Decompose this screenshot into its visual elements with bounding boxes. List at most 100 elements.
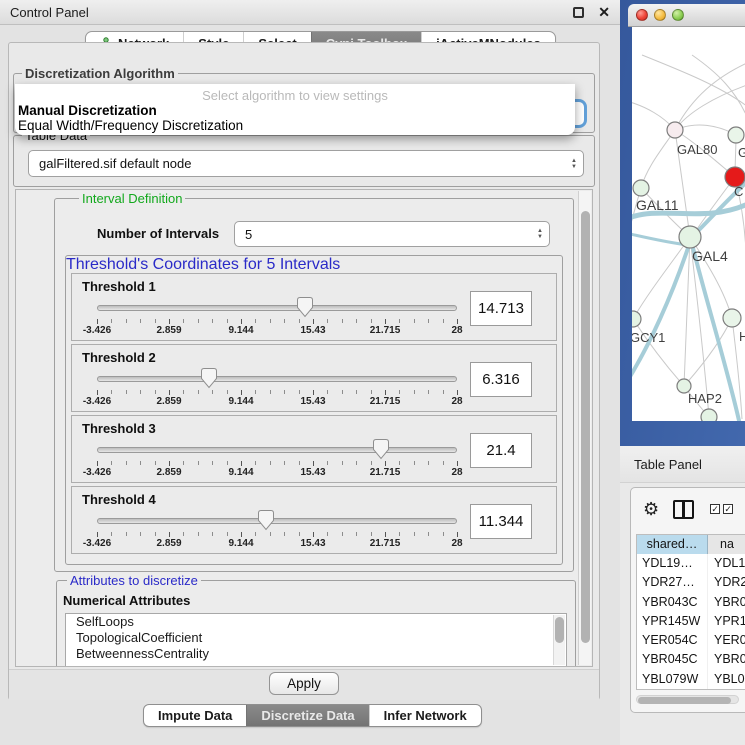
tick-mark	[342, 319, 343, 323]
zoom-traffic-light-icon[interactable]	[672, 9, 684, 21]
tab-discretize-data[interactable]: Discretize Data	[246, 705, 368, 726]
threshold-label: Threshold 3	[82, 421, 156, 436]
threshold-value-field[interactable]: 14.713	[470, 291, 532, 326]
tick-value-label: 2.859	[156, 325, 181, 336]
column-header-name[interactable]: na	[708, 535, 745, 554]
tab-impute-data[interactable]: Impute Data	[144, 705, 246, 726]
table-hscrollbar-thumb[interactable]	[638, 697, 731, 704]
tick-mark	[212, 319, 213, 323]
table-row[interactable]: YPR145WYPR1	[637, 612, 745, 631]
slider-track[interactable]	[97, 447, 457, 453]
float-window-icon[interactable]	[573, 7, 584, 18]
threshold-label: Threshold 1	[82, 279, 156, 294]
table-row[interactable]: YER054CYER0	[637, 631, 745, 650]
network-node-GAL11[interactable]	[633, 180, 649, 196]
tick-mark	[183, 461, 184, 465]
panel-scrollbar-thumb[interactable]	[581, 211, 590, 643]
tick-mark	[313, 319, 314, 324]
tick-mark	[169, 461, 170, 466]
slider-thumb[interactable]	[258, 510, 274, 536]
threshold-panel-2: Threshold 2-3.4262.8599.14415.4321.71528…	[71, 344, 557, 412]
cell-shared-name: YLR345W	[637, 689, 708, 690]
network-canvas[interactable]: GAL80GACGAL11GAL4GCY1HHAP2	[632, 27, 745, 421]
algorithm-dropdown-popup: Select algorithm to view settings Manual…	[15, 84, 575, 135]
node-table[interactable]: shared…na YDL19…YDL1YDR27…YDR2YBR043CYBR…	[636, 534, 745, 690]
table-row[interactable]: YDR27…YDR2	[637, 573, 745, 592]
split-columns-icon[interactable]	[673, 500, 694, 519]
checkbox-icon[interactable]	[723, 504, 733, 514]
tick-mark	[97, 461, 98, 466]
threshold-panel-3: Threshold 3-3.4262.8599.14415.4321.71528…	[71, 415, 557, 483]
network-node-label: C	[734, 184, 743, 199]
tick-mark	[126, 461, 127, 465]
threshold-value-field[interactable]: 21.4	[470, 433, 532, 468]
popup-option-equal-width[interactable]: Equal Width/Frequency Discretization	[18, 118, 243, 133]
network-edge	[684, 318, 732, 386]
close-traffic-light-icon[interactable]	[636, 9, 648, 21]
apply-button[interactable]: Apply	[269, 672, 339, 695]
network-edge	[675, 125, 736, 135]
table-row[interactable]: YBR043CYBR0	[637, 593, 745, 612]
network-node-H[interactable]	[723, 309, 741, 327]
column-header-shared-name[interactable]: shared…	[637, 535, 708, 554]
tick-mark	[227, 390, 228, 394]
network-node-GAL4[interactable]	[679, 226, 701, 248]
table-data-combobox[interactable]: galFiltered.sif default node	[28, 150, 584, 177]
list-item[interactable]: SelfLoops	[66, 614, 566, 630]
gear-icon[interactable]	[643, 500, 659, 518]
tick-mark	[327, 319, 328, 323]
tick-value-label: 21.715	[370, 467, 401, 478]
tick-mark	[270, 461, 271, 465]
cell-name: YBL0	[708, 670, 745, 689]
tick-mark	[428, 319, 429, 323]
tick-mark	[457, 532, 458, 537]
network-node-GCY1[interactable]	[632, 311, 641, 327]
network-node-GA[interactable]	[728, 127, 744, 143]
slider-thumb[interactable]	[373, 439, 389, 465]
bottom-tabbar: Impute DataDiscretize DataInfer Network	[143, 704, 482, 727]
threshold-value-field[interactable]: 11.344	[470, 504, 532, 539]
network-node-GAL80[interactable]	[667, 122, 683, 138]
tick-mark	[270, 390, 271, 394]
tick-value-label: 9.144	[228, 538, 253, 549]
cell-shared-name: YDL19…	[637, 554, 708, 573]
tick-mark	[457, 390, 458, 395]
list-item[interactable]: TopologicalCoefficient	[66, 630, 566, 646]
list-scrollbar[interactable]	[553, 615, 565, 665]
list-scrollbar-thumb[interactable]	[555, 617, 564, 643]
close-icon[interactable]: ✕	[598, 7, 610, 18]
slider-track[interactable]	[97, 305, 457, 311]
tab-infer-network[interactable]: Infer Network	[369, 705, 481, 726]
threshold-value-field[interactable]: 6.316	[470, 362, 532, 397]
slider-thumb[interactable]	[297, 297, 313, 323]
table-hscrollbar[interactable]	[636, 695, 739, 704]
checkbox-icon[interactable]	[710, 504, 720, 514]
tick-mark	[342, 532, 343, 536]
number-of-intervals-combobox[interactable]: 5	[234, 221, 550, 247]
network-node-label: HAP2	[688, 391, 722, 406]
tick-mark	[313, 390, 314, 395]
tick-value-label: 9.144	[228, 396, 253, 407]
tick-mark	[111, 532, 112, 536]
slider-thumb[interactable]	[201, 368, 217, 394]
tick-mark	[299, 461, 300, 465]
table-row[interactable]: YBR045CYBR0	[637, 650, 745, 669]
tick-mark	[443, 461, 444, 465]
tick-mark	[371, 532, 372, 536]
slider-track[interactable]	[97, 376, 457, 382]
panel-scrollbar[interactable]	[578, 191, 591, 665]
list-item[interactable]: BetweennessCentrality	[66, 646, 566, 662]
network-node-label: H	[739, 329, 745, 344]
table-row[interactable]: YDL19…YDL1	[637, 554, 745, 573]
number-of-intervals-value: 5	[245, 227, 252, 242]
table-row[interactable]: YBL079WYBL0	[637, 670, 745, 689]
network-node-node[interactable]	[701, 409, 717, 421]
table-row[interactable]: YLR345WYLR3	[637, 689, 745, 690]
tick-mark	[313, 532, 314, 537]
numerical-attributes-listbox[interactable]: SelfLoopsTopologicalCoefficientBetweenne…	[65, 613, 567, 667]
slider-track[interactable]	[97, 518, 457, 524]
minimize-traffic-light-icon[interactable]	[654, 9, 666, 21]
popup-hint: Select algorithm to view settings	[15, 88, 575, 103]
popup-option-manual[interactable]: Manual Discretization	[18, 103, 157, 118]
table-toolbar	[631, 488, 745, 530]
